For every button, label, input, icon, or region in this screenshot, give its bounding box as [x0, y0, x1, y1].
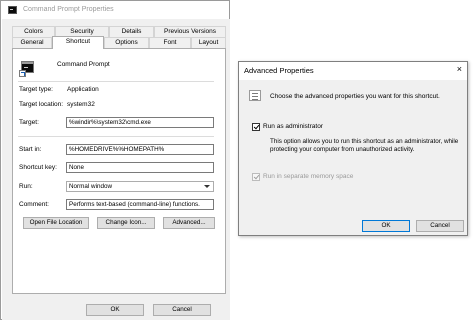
divider [18, 81, 214, 82]
open-file-location-button[interactable]: Open File Location [23, 217, 89, 229]
checkmark-icon [253, 173, 260, 180]
close-icon[interactable]: × [457, 64, 462, 74]
divider [18, 136, 214, 137]
tab-options[interactable]: Options [104, 37, 149, 48]
dialog-title: Advanced Properties [244, 66, 314, 75]
separate-memory-checkbox[interactable] [252, 173, 260, 181]
command-prompt-icon [8, 6, 17, 14]
advanced-titlebar[interactable]: Advanced Properties × [239, 62, 467, 80]
tab-colors[interactable]: Colors [12, 26, 55, 37]
tab-details[interactable]: Details [109, 26, 154, 37]
properties-titlebar[interactable]: Command Prompt Properties [1, 1, 229, 19]
start-in-field[interactable]: %HOMEDRIVE%%HOMEPATH% [66, 144, 214, 155]
target-type-value: Application [67, 86, 99, 93]
run-as-admin-label: Run as administrator [263, 123, 323, 130]
properties-list-icon [249, 90, 261, 101]
comment-label: Comment: [19, 201, 49, 208]
shortcut-key-field[interactable]: None [66, 162, 214, 173]
cancel-button[interactable]: Cancel [153, 304, 211, 316]
target-location-value: system32 [67, 101, 95, 108]
tab-previous-versions[interactable]: Previous Versions [154, 26, 226, 37]
chevron-down-icon [204, 185, 210, 188]
dialog-cancel-button[interactable]: Cancel [416, 220, 464, 232]
run-as-admin-description: This option allows you to run this short… [270, 138, 459, 153]
shortcut-name: Command Prompt [57, 61, 110, 68]
dialog-instruction: Choose the advanced properties you want … [270, 93, 440, 100]
advanced-button[interactable]: Advanced... [163, 217, 215, 229]
target-field[interactable]: %windir%\system32\cmd.exe [66, 117, 214, 128]
target-type-label: Target type: [19, 86, 53, 93]
window-title: Command Prompt Properties [23, 6, 114, 13]
checkmark-icon [253, 123, 260, 130]
tab-general[interactable]: General [12, 37, 52, 48]
target-location-label: Target location: [19, 101, 64, 108]
comment-field[interactable]: Performs text-based (command-line) funct… [66, 199, 214, 210]
run-select-value: Normal window [69, 183, 113, 190]
run-label: Run: [19, 183, 33, 190]
start-in-label: Start in: [19, 146, 42, 153]
change-icon-button[interactable]: Change Icon... [97, 217, 155, 229]
target-label: Target: [19, 119, 39, 126]
tab-layout[interactable]: Layout [191, 37, 226, 48]
shortcut-arrow-icon [19, 70, 26, 77]
shortcut-key-label: Shortcut key: [19, 164, 57, 171]
tab-shortcut[interactable]: Shortcut [52, 36, 104, 49]
ok-button[interactable]: OK [86, 304, 144, 316]
properties-window: Command Prompt Properties Colors Securit… [0, 0, 230, 320]
run-as-admin-checkbox[interactable] [252, 123, 260, 131]
separate-memory-label: Run in separate memory space [263, 173, 354, 180]
dialog-ok-button[interactable]: OK [362, 220, 410, 232]
advanced-properties-dialog: Advanced Properties × Choose the advance… [238, 61, 468, 236]
tab-font[interactable]: Font [149, 37, 191, 48]
run-select[interactable]: Normal window [66, 181, 214, 192]
